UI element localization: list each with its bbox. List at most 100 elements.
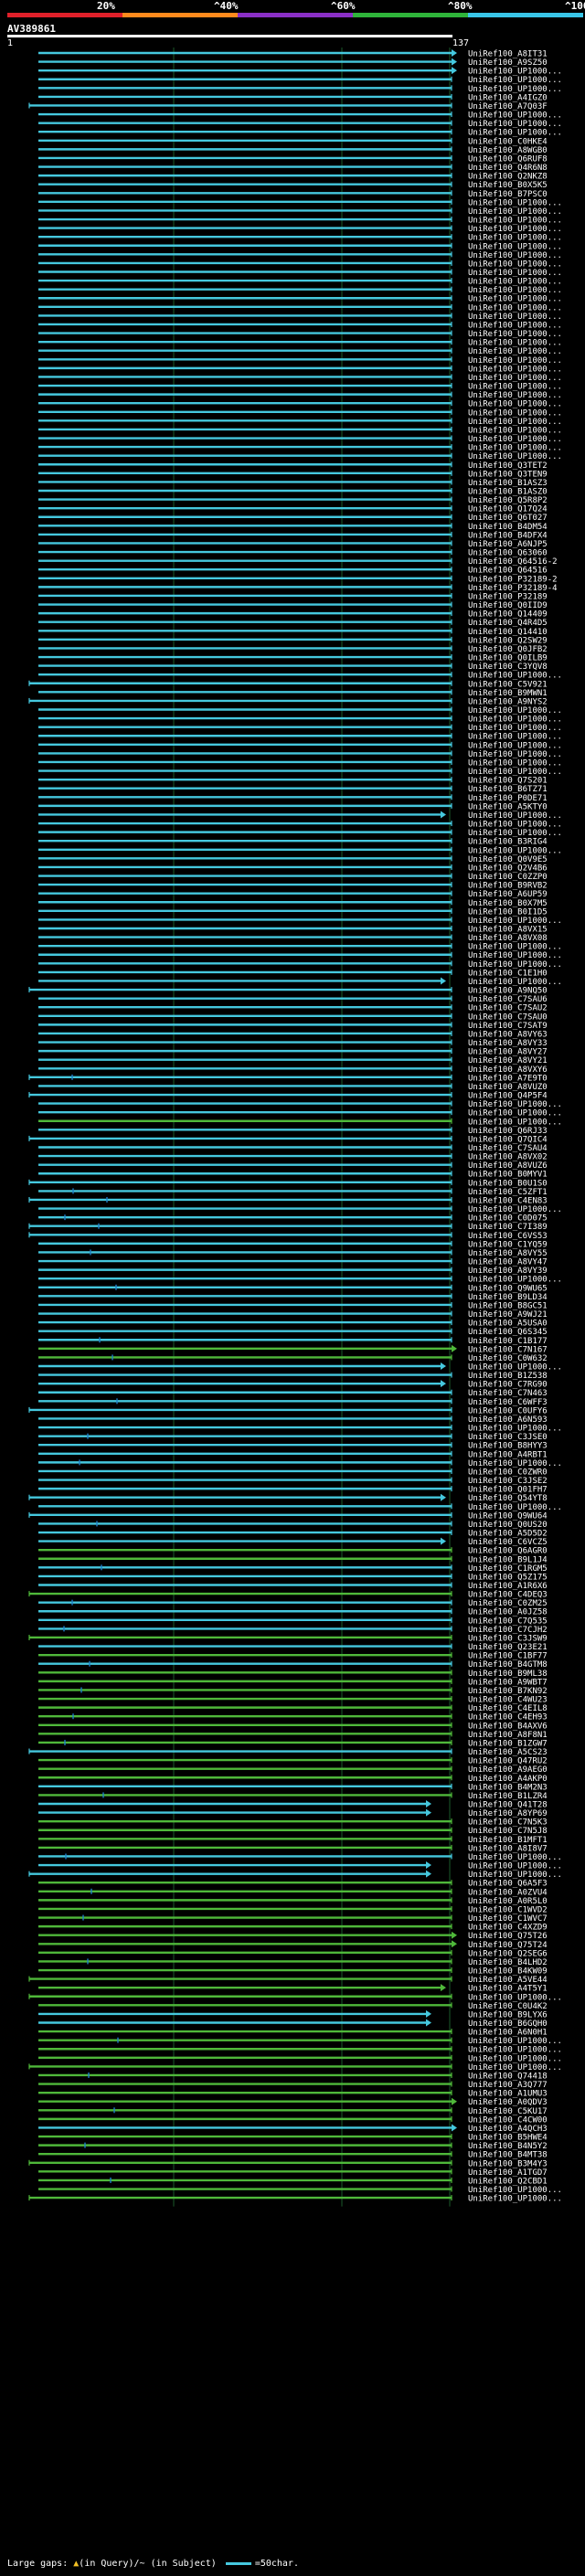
hit-label[interactable]: UniRef100_C0ZWR0 bbox=[468, 1468, 548, 1477]
hit-label[interactable]: UniRef100_Q64516 bbox=[468, 567, 548, 576]
hit-label[interactable]: UniRef100_Q54YT8 bbox=[468, 1494, 548, 1503]
hit-label[interactable]: UniRef100_Q4R6N8 bbox=[468, 164, 548, 173]
hit-label[interactable]: UniRef100_Q3TET2 bbox=[468, 461, 548, 471]
hit-label[interactable]: UniRef100_UP1000... bbox=[468, 943, 562, 952]
hit-label[interactable]: UniRef100_C7RG90 bbox=[468, 1381, 548, 1390]
hit-label[interactable]: UniRef100_C5V921 bbox=[468, 680, 548, 689]
hit-label[interactable]: UniRef100_A9WBT7 bbox=[468, 1678, 548, 1687]
hit-label[interactable]: UniRef100_C1WVD2 bbox=[468, 1905, 548, 1914]
hit-label[interactable]: UniRef100_UP1000... bbox=[468, 1100, 562, 1109]
hit-label[interactable]: UniRef100_Q9WU64 bbox=[468, 1511, 548, 1521]
hit-label[interactable]: UniRef100_A0ZVU4 bbox=[468, 1888, 548, 1897]
hit-label[interactable]: UniRef100_A9AEG0 bbox=[468, 1765, 548, 1775]
hit-label[interactable]: UniRef100_UP1000... bbox=[468, 846, 562, 855]
hit-label[interactable]: UniRef100_Q6RJ33 bbox=[468, 1127, 548, 1136]
hit-label[interactable]: UniRef100_C4DEQ3 bbox=[468, 1591, 548, 1600]
hit-label[interactable]: UniRef100_C6VCZ5 bbox=[468, 1538, 548, 1547]
hit-label[interactable]: UniRef100_B1LZR4 bbox=[468, 1792, 548, 1801]
hit-label[interactable]: UniRef100_B4DM54 bbox=[468, 523, 548, 532]
hit-label[interactable]: UniRef100_B9L1J4 bbox=[468, 1555, 548, 1564]
hit-label[interactable]: UniRef100_B1MFT1 bbox=[468, 1836, 548, 1845]
hit-label[interactable]: UniRef100_UP1000... bbox=[468, 1993, 562, 2002]
hit-label[interactable]: UniRef100_C7SAT9 bbox=[468, 1022, 548, 1031]
hit-label[interactable]: UniRef100_UP1000... bbox=[468, 1205, 562, 1214]
hit-label[interactable]: UniRef100_UP1000... bbox=[468, 2063, 562, 2072]
hit-label[interactable]: UniRef100_UP1000... bbox=[468, 303, 562, 313]
hit-label[interactable]: UniRef100_UP1000... bbox=[468, 1109, 562, 1118]
hit-label[interactable]: UniRef100_UP1000... bbox=[468, 260, 562, 269]
hit-label[interactable]: UniRef100_UP1000... bbox=[468, 1853, 562, 1862]
hit-label[interactable]: UniRef100_UP1000... bbox=[468, 295, 562, 304]
hit-label[interactable]: UniRef100_A8VY55 bbox=[468, 1249, 548, 1258]
hit-label[interactable]: UniRef100_B3M4Y3 bbox=[468, 2159, 548, 2168]
hit-label[interactable]: UniRef100_Q0JFB2 bbox=[468, 645, 548, 654]
hit-label[interactable]: UniRef100_UP1000... bbox=[468, 330, 562, 339]
hit-label[interactable]: UniRef100_B7KN92 bbox=[468, 1687, 548, 1696]
hit-label[interactable]: UniRef100_C5KU17 bbox=[468, 2107, 548, 2116]
hit-label[interactable]: UniRef100_UP1000... bbox=[468, 313, 562, 322]
hit-label[interactable]: UniRef100_A5VE44 bbox=[468, 1976, 548, 1985]
hit-label[interactable]: UniRef100_A7E9T0 bbox=[468, 1074, 548, 1083]
hit-label[interactable]: UniRef100_Q7QIC4 bbox=[468, 1135, 548, 1144]
hit-label[interactable]: UniRef100_C0ZZP0 bbox=[468, 873, 548, 882]
hit-label[interactable]: UniRef100_P32189-4 bbox=[468, 584, 558, 593]
hit-label[interactable]: UniRef100_A4QCH3 bbox=[468, 2125, 548, 2134]
hit-label[interactable]: UniRef100_Q0US20 bbox=[468, 1521, 548, 1530]
hit-label[interactable]: UniRef100_UP1000... bbox=[468, 1862, 562, 1871]
hit-label[interactable]: UniRef100_Q2NKZ8 bbox=[468, 173, 548, 182]
hit-label[interactable]: UniRef100_UP1000... bbox=[468, 408, 562, 418]
hit-label[interactable]: UniRef100_Q23E21 bbox=[468, 1643, 548, 1652]
hit-label[interactable]: UniRef100_B4AXV6 bbox=[468, 1722, 548, 1731]
hit-label[interactable]: UniRef100_B4GTM8 bbox=[468, 1660, 548, 1670]
hit-label[interactable]: UniRef100_Q47RU2 bbox=[468, 1757, 548, 1766]
hit-label[interactable]: UniRef100_C7SAU4 bbox=[468, 1144, 548, 1153]
hit-label[interactable]: UniRef100_Q6S345 bbox=[468, 1328, 548, 1337]
hit-label[interactable]: UniRef100_UP1000... bbox=[468, 198, 562, 207]
hit-label[interactable]: UniRef100_Q01FH7 bbox=[468, 1486, 548, 1495]
hit-label[interactable]: UniRef100_UP1000... bbox=[468, 1871, 562, 1880]
hit-label[interactable]: UniRef100_UP1000... bbox=[468, 426, 562, 435]
hit-label[interactable]: UniRef100_UP1000... bbox=[468, 811, 562, 821]
hit-label[interactable]: UniRef100_UP1000... bbox=[468, 758, 562, 768]
hit-label[interactable]: UniRef100_UP1000... bbox=[468, 1363, 562, 1373]
hit-label[interactable]: UniRef100_Q63060 bbox=[468, 549, 548, 558]
hit-label[interactable]: UniRef100_C1YQ59 bbox=[468, 1240, 548, 1249]
hit-label[interactable]: UniRef100_A8VY33 bbox=[468, 1039, 548, 1048]
hit-label[interactable]: UniRef100_A1TGD7 bbox=[468, 2168, 548, 2178]
hit-label[interactable]: UniRef100_UP1000... bbox=[468, 286, 562, 295]
hit-label[interactable]: UniRef100_UP1000... bbox=[468, 951, 562, 960]
hit-label[interactable]: UniRef100_A6N0H1 bbox=[468, 2029, 548, 2038]
hit-label[interactable]: UniRef100_A8I8V7 bbox=[468, 1844, 548, 1853]
hit-label[interactable]: UniRef100_Q7S201 bbox=[468, 777, 548, 786]
hit-label[interactable]: UniRef100_UP1000... bbox=[468, 716, 562, 725]
hit-label[interactable]: UniRef100_C6WFF3 bbox=[468, 1398, 548, 1407]
hit-label[interactable]: UniRef100_B4DFX4 bbox=[468, 531, 548, 540]
hit-label[interactable]: UniRef100_Q2SW29 bbox=[468, 636, 548, 645]
hit-label[interactable]: UniRef100_A1UMU3 bbox=[468, 2090, 548, 2099]
hit-label[interactable]: UniRef100_UP1000... bbox=[468, 365, 562, 374]
hit-label[interactable]: UniRef100_B6GQH0 bbox=[468, 2019, 548, 2029]
hit-label[interactable]: UniRef100_B0X5K5 bbox=[468, 181, 548, 190]
hit-label[interactable]: UniRef100_C3JSW9 bbox=[468, 1634, 548, 1643]
hit-label[interactable]: UniRef100_A9NYS2 bbox=[468, 697, 548, 706]
hit-label[interactable]: UniRef100_A8VX08 bbox=[468, 934, 548, 943]
hit-label[interactable]: UniRef100_A9WJ21 bbox=[468, 1310, 548, 1320]
hit-label[interactable]: UniRef100_UP1000... bbox=[468, 269, 562, 278]
hit-label[interactable]: UniRef100_B8GC51 bbox=[468, 1301, 548, 1310]
hit-label[interactable]: UniRef100_C1B177 bbox=[468, 1337, 548, 1346]
hit-label[interactable]: UniRef100_C0HKE4 bbox=[468, 137, 548, 146]
hit-label[interactable]: UniRef100_P0DE71 bbox=[468, 794, 548, 803]
hit-label[interactable]: UniRef100_A8IT31 bbox=[468, 50, 548, 59]
hit-label[interactable]: UniRef100_UP1000... bbox=[468, 960, 562, 970]
hit-label[interactable]: UniRef100_UP1000... bbox=[468, 724, 562, 733]
hit-label[interactable]: UniRef100_UP1000... bbox=[468, 85, 562, 94]
hit-label[interactable]: UniRef100_A9SZ50 bbox=[468, 58, 548, 68]
hit-label[interactable]: UniRef100_B0I1D5 bbox=[468, 907, 548, 917]
hit-label[interactable]: UniRef100_C0ZM25 bbox=[468, 1599, 548, 1608]
hit-label[interactable]: UniRef100_UP1000... bbox=[468, 347, 562, 356]
hit-label[interactable]: UniRef100_C7N463 bbox=[468, 1389, 548, 1398]
hit-label[interactable]: UniRef100_C0U4K2 bbox=[468, 2002, 548, 2011]
hit-label[interactable]: UniRef100_B8HYY3 bbox=[468, 1442, 548, 1451]
hit-label[interactable]: UniRef100_UP1000... bbox=[468, 251, 562, 260]
hit-label[interactable]: UniRef100_A5KTY0 bbox=[468, 802, 548, 811]
